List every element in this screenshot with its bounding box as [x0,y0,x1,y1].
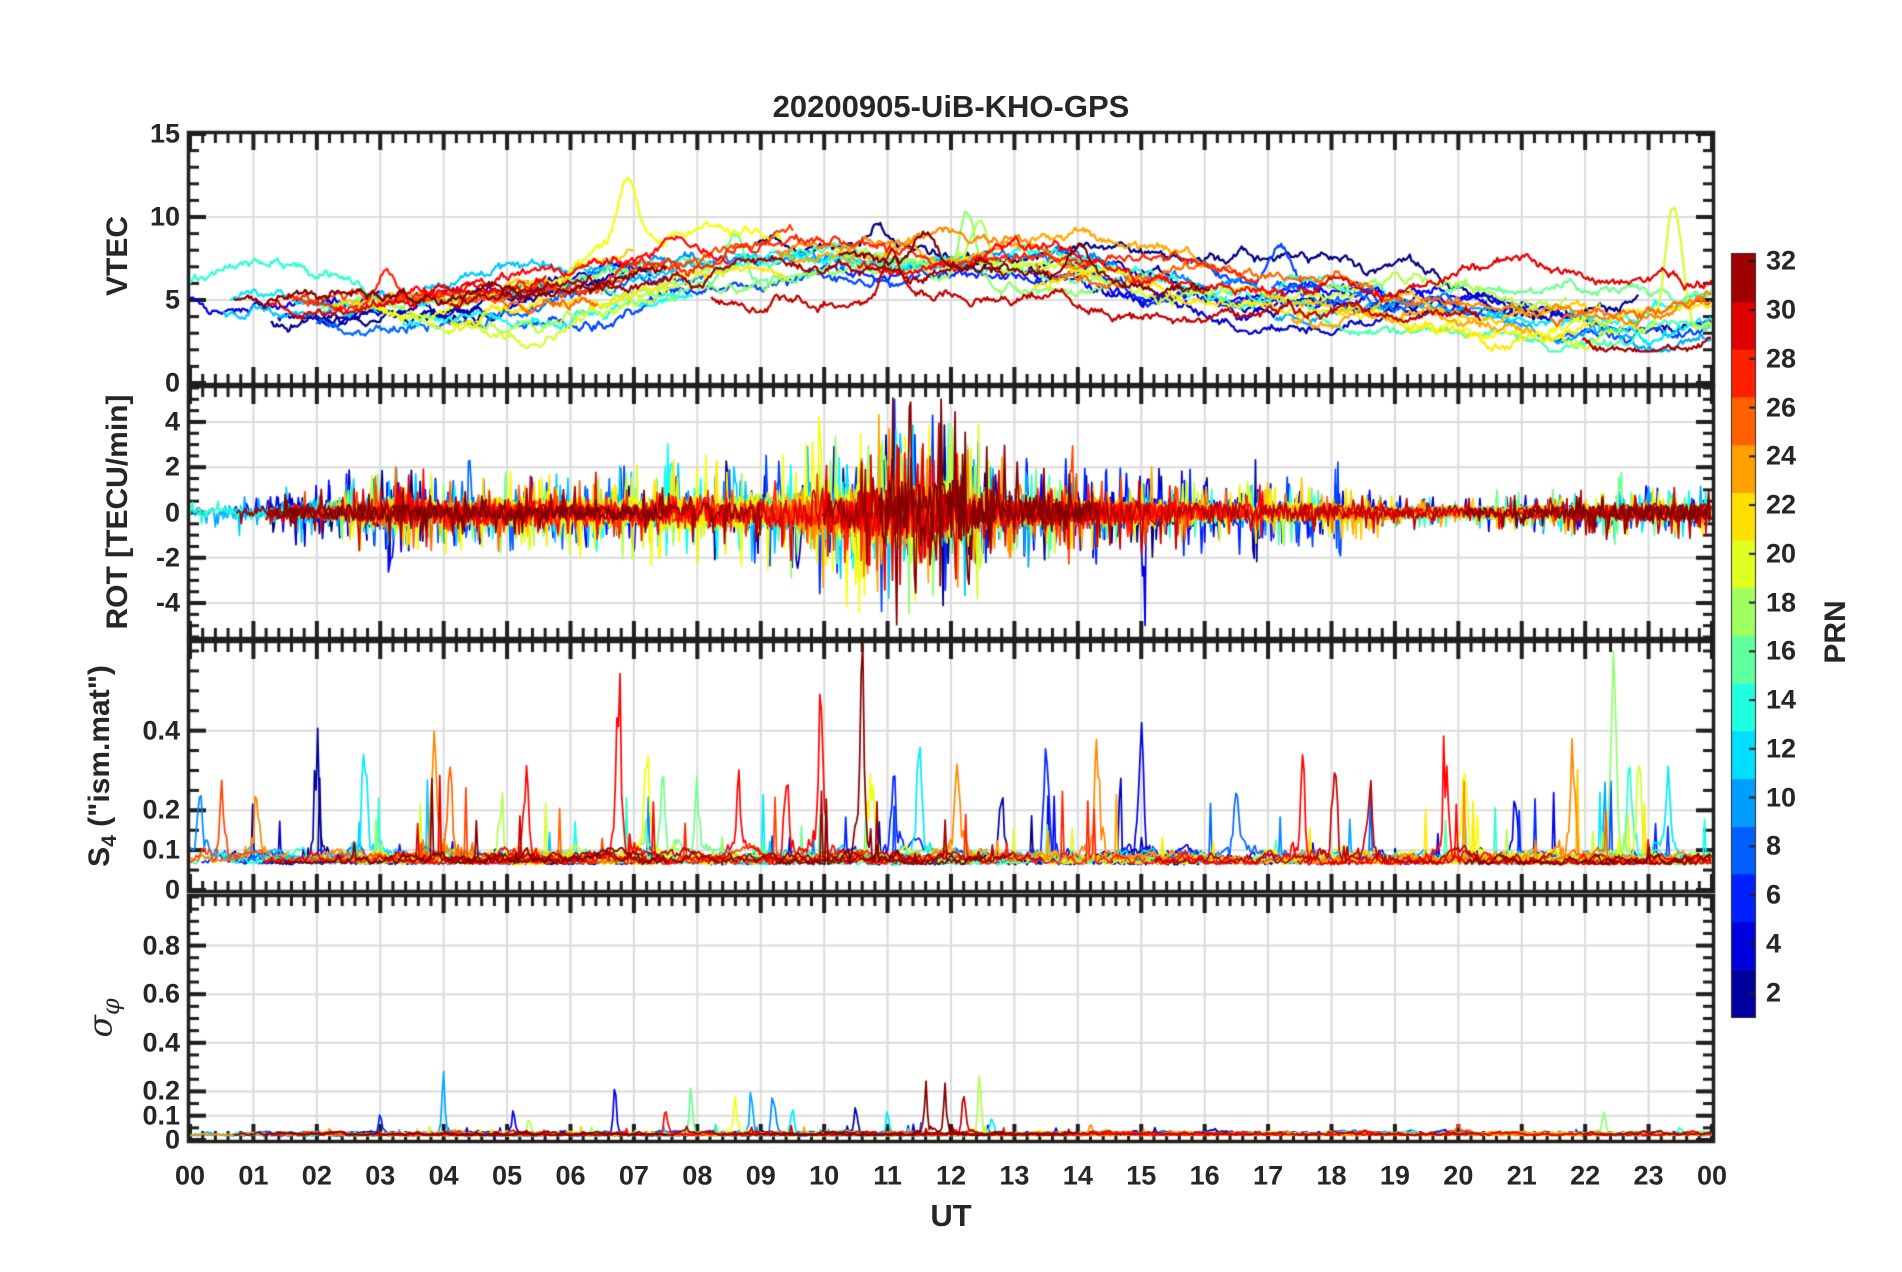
y-tick-label: -2 [155,542,180,573]
x-tick-label: 10 [809,1160,840,1191]
x-tick-label: 17 [1253,1160,1284,1191]
y-tick-label: 0 [164,497,180,527]
y-tick-label: 0.1 [142,834,180,865]
x-tick-label: 18 [1316,1160,1347,1191]
y-tick-label: 0.6 [142,978,180,1009]
x-tick-label: 22 [1570,1160,1601,1191]
x-tick-label: 19 [1379,1160,1410,1191]
colorbar-tick-label: 2 [1766,977,1782,1008]
colorbar-tick-label: 32 [1766,245,1797,276]
colorbar-tick-label: 12 [1766,733,1797,764]
x-tick-label: 11 [873,1160,902,1191]
x-tick-label: 12 [935,1160,967,1191]
x-tick-label: 00 [1696,1160,1728,1191]
y-tick-label: 0 [164,874,180,905]
x-tick-label: 16 [1189,1160,1220,1191]
x-tick-label: 21 [1506,1160,1537,1191]
colorbar-tick-label: 16 [1766,635,1797,666]
colorbar-tick-label: 28 [1766,343,1797,374]
figure: 20200905-UiB-KHO-GPS VTEC ROT [TECU/min]… [0,0,1902,1272]
colorbar-tick-label: 8 [1766,830,1782,861]
x-tick-label: 20 [1443,1160,1474,1191]
colorbar-tick-label: 6 [1766,879,1782,910]
y-axis-label-rot: ROT [TECU/min] [101,394,134,630]
colorbar-tick-label: 30 [1766,294,1797,325]
x-tick-label: 00 [174,1160,206,1191]
y-tick-label: 15 [149,118,180,149]
colorbar-label: PRN [1819,600,1852,664]
x-tick-label: 14 [1062,1160,1093,1191]
y-tick-label: 0 [164,367,180,398]
colorbar-tick-label: 10 [1766,782,1797,813]
y-tick-label: 2 [164,451,180,482]
x-tick-label: 02 [301,1160,332,1191]
x-tick-label: 23 [1633,1160,1664,1191]
x-tick-label: 08 [682,1160,713,1191]
x-tick-label: 07 [618,1160,649,1191]
y-tick-label: 0.2 [142,1075,180,1106]
colorbar-tick-label: 14 [1766,684,1797,715]
y-axis-label-vtec: VTEC [101,215,134,297]
x-tick-label: 15 [1126,1160,1157,1191]
colorbar-tick-label: 18 [1766,587,1797,618]
chart-canvas [0,0,1902,1272]
y-tick-label: 0.8 [142,930,180,961]
x-tick-label: 05 [492,1160,523,1191]
x-axis-label: UT [930,1198,972,1233]
y-tick-label: 0.4 [142,1027,180,1058]
y-tick-label: 0.4 [142,715,180,746]
colorbar-tick-label: 26 [1766,392,1797,423]
y-tick-label: 5 [164,284,180,315]
y-axis-label-s4: S4 ("ism.mat") [83,665,121,867]
x-tick-label: 01 [238,1160,269,1191]
x-tick-label: 04 [428,1160,459,1191]
y-tick-label: -4 [155,587,180,618]
colorbar-tick-label: 24 [1766,440,1797,471]
x-tick-label: 13 [999,1160,1030,1191]
x-tick-label: 06 [555,1160,586,1191]
x-tick-label: 09 [745,1160,776,1191]
y-tick-label: 4 [164,406,180,437]
colorbar-tick-label: 20 [1766,538,1797,569]
y-tick-label: 0.2 [142,794,180,825]
y-tick-label: 10 [149,201,180,232]
colorbar-tick-label: 22 [1766,489,1797,520]
chart-title: 20200905-UiB-KHO-GPS [772,89,1130,124]
colorbar-tick-label: 4 [1766,928,1782,959]
y-axis-label-sigma-phi: σφ [80,998,126,1038]
x-tick-label: 03 [365,1160,396,1191]
